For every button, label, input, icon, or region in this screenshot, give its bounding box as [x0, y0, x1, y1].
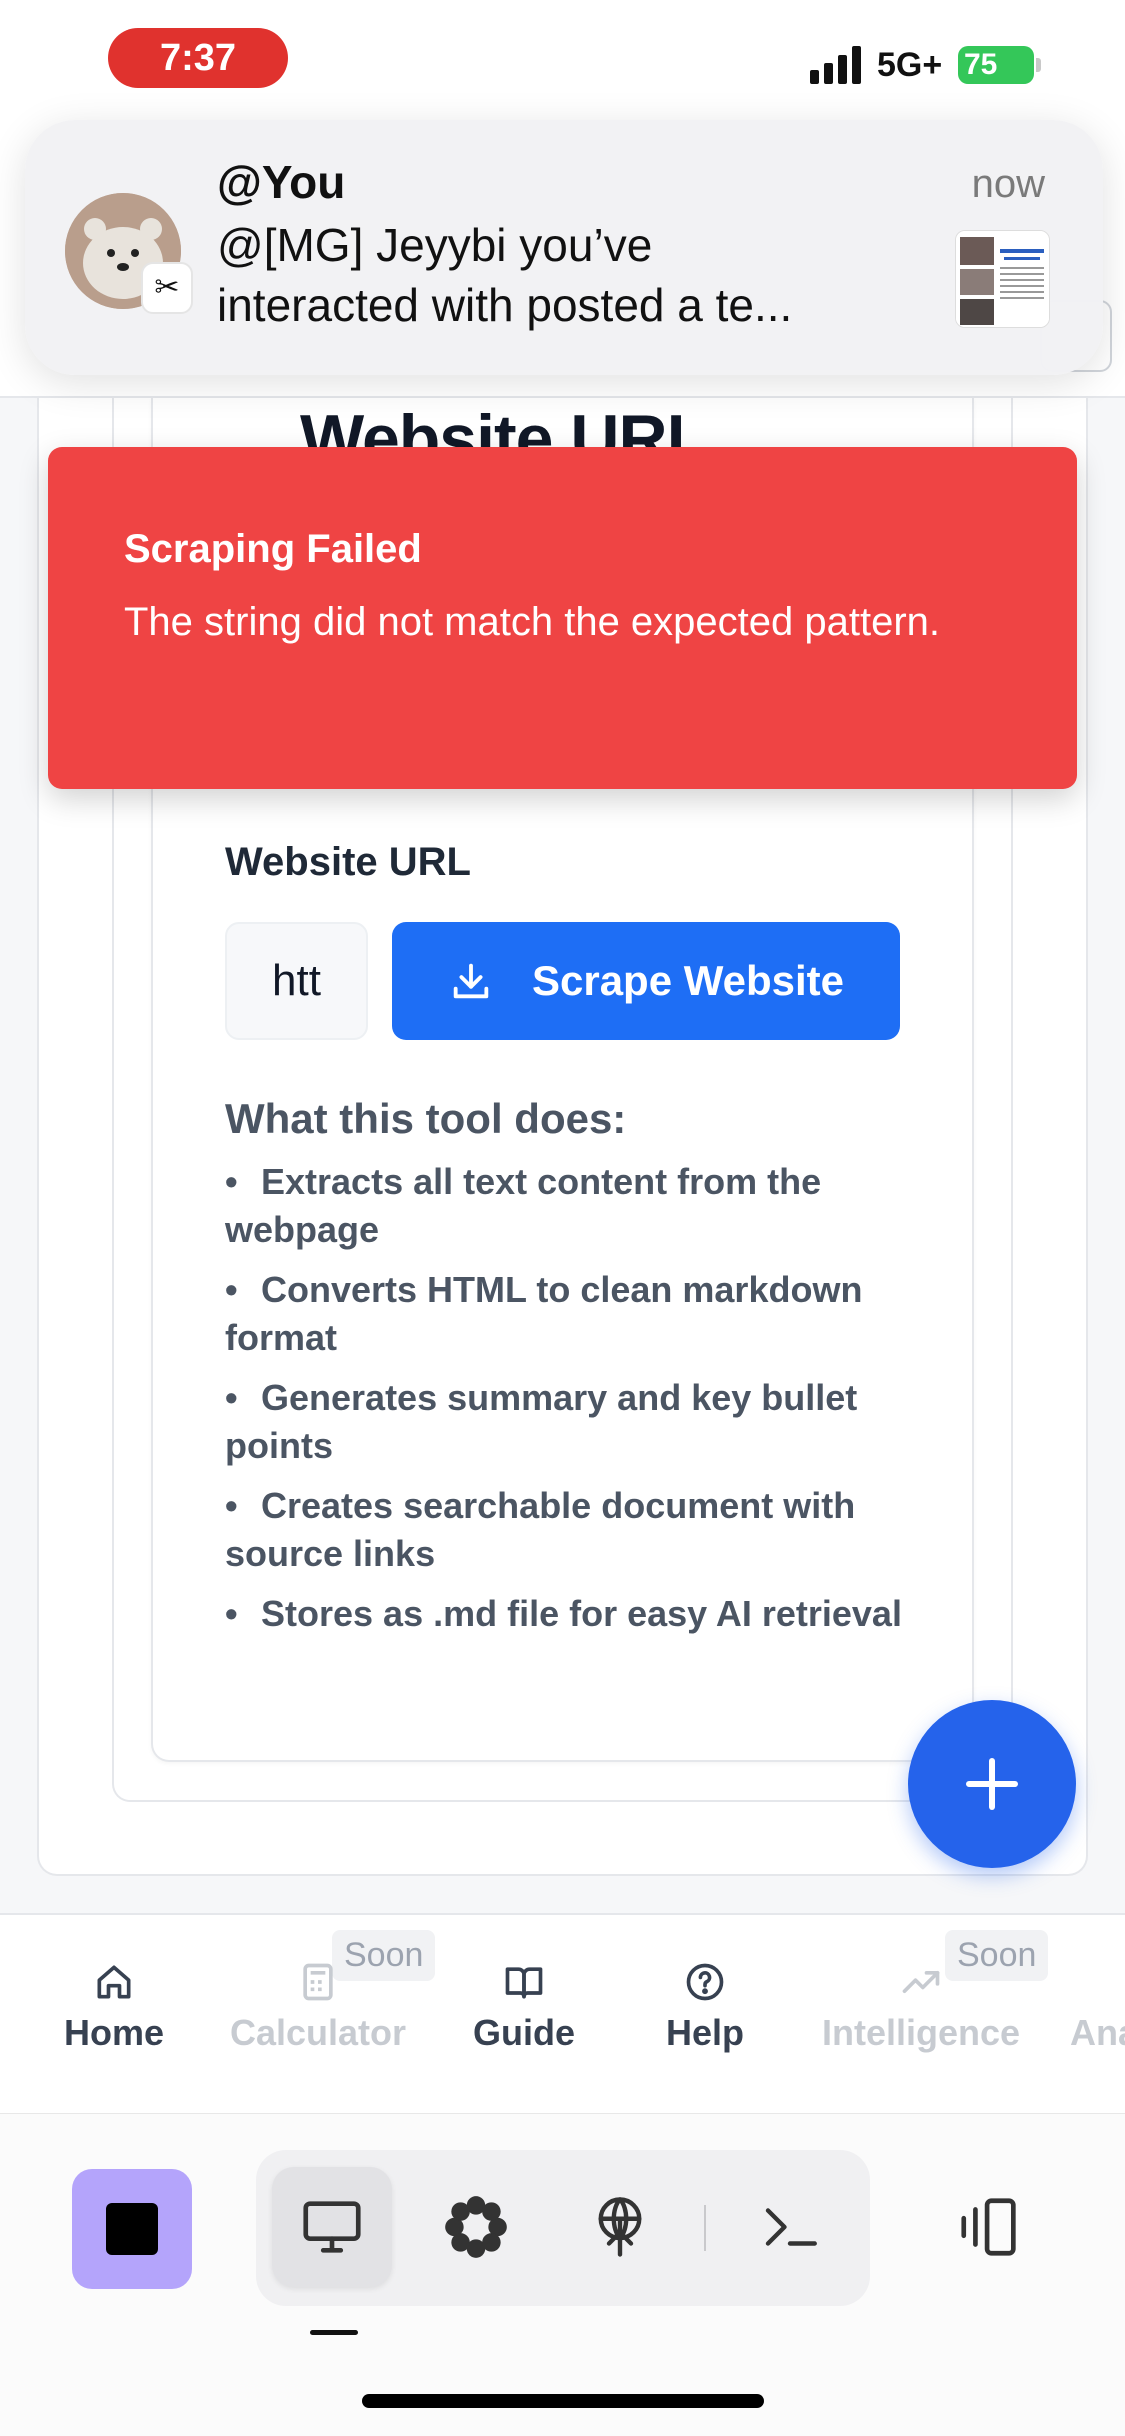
battery-tip — [1036, 58, 1041, 72]
toast-title: Scraping Failed — [124, 527, 422, 571]
monitor-icon — [303, 2201, 361, 2253]
scrape-button-label: Scrape Website — [531, 957, 845, 1004]
toast-message: The string did not match the expected pa… — [124, 600, 941, 644]
nav-item-intelligence[interactable]: Intelligence — [816, 1960, 1026, 2054]
nav-label: Guide — [472, 2012, 575, 2053]
terminal-icon — [765, 2208, 817, 2246]
help-circle-icon — [686, 1963, 724, 2001]
status-time: 7:37 — [108, 28, 288, 88]
list-item: • Creates searchable document with source… — [225, 1482, 905, 1578]
bullet-icon: • — [225, 1485, 238, 1526]
list-item: • Extracts all text content from the webp… — [225, 1158, 905, 1254]
bottom-nav: Home Soon Calculator Guide Help Soon Int… — [0, 1913, 1125, 2113]
nav-label: Intelligence — [821, 2012, 1021, 2053]
nav-label: Calculator — [229, 2012, 407, 2053]
error-toast[interactable]: Scraping Failed The string did not match… — [48, 447, 1077, 789]
tool-description-title: What this tool does: — [225, 1095, 627, 1142]
nav-item-guide[interactable]: Guide — [470, 1960, 578, 2054]
stop-icon — [106, 2203, 158, 2255]
home-indicator[interactable] — [362, 2394, 764, 2408]
book-icon — [505, 1967, 543, 1999]
notification-thumbnail — [955, 230, 1050, 328]
side-panel-icon — [961, 2198, 1016, 2256]
nav-label: Ana — [1070, 2012, 1125, 2053]
side-panel-button[interactable] — [930, 2167, 1050, 2287]
network-globe-icon — [598, 2197, 642, 2257]
notification-body: @[MG] Jeyybi you’ve interacted with post… — [217, 219, 793, 331]
terminal-button[interactable] — [730, 2167, 850, 2287]
url-input[interactable] — [225, 922, 368, 1040]
bullet-icon: • — [225, 1593, 238, 1634]
toolbar-divider — [704, 2205, 706, 2251]
battery-level: 75 — [964, 48, 998, 81]
network-type: 5G+ — [877, 46, 943, 84]
desktop-view-button[interactable] — [272, 2167, 392, 2287]
url-label: Website URL — [225, 840, 471, 884]
add-fab-button[interactable] — [908, 1700, 1076, 1868]
download-icon — [453, 963, 489, 999]
home-icon — [97, 1965, 131, 1999]
trend-up-icon — [902, 1971, 940, 1993]
list-item: • Stores as .md file for easy AI retrieva… — [225, 1590, 905, 1638]
push-notification[interactable]: ✂ @You now @[MG] Jeyybi you’ve interacte… — [25, 120, 1103, 375]
nav-item-help[interactable]: Help — [660, 1960, 750, 2054]
flower-app-button[interactable] — [416, 2167, 536, 2287]
bullet-icon: • — [225, 1161, 238, 1202]
notification-time: now — [971, 162, 1045, 206]
battery-icon: 75 — [958, 46, 1034, 84]
nav-label: Help — [665, 2012, 744, 2053]
flower-icon — [445, 2196, 507, 2258]
list-item: • Converts HTML to clean markdown format — [225, 1266, 905, 1362]
features-list: • Extracts all text content from the webp… — [225, 1158, 905, 1650]
bullet-icon: • — [225, 1269, 238, 1310]
nav-item-home[interactable]: Home — [62, 1960, 166, 2054]
calculator-icon — [303, 1963, 333, 2001]
capcut-icon: ✂ — [141, 262, 193, 314]
stop-button[interactable] — [72, 2169, 192, 2289]
scrape-website-button[interactable]: Scrape Website — [392, 922, 900, 1040]
cellular-signal-icon — [810, 46, 861, 84]
nav-item-analytics[interactable]: Ana — [1070, 1960, 1125, 2054]
list-item: • Generates summary and key bullet points — [225, 1374, 905, 1470]
active-tab-indicator — [310, 2330, 358, 2335]
bullet-icon: • — [225, 1377, 238, 1418]
nav-item-calculator[interactable]: Calculator — [228, 1960, 408, 2054]
network-tree-button[interactable] — [560, 2167, 680, 2287]
status-bar: 7:37 5G+ 75 — [0, 0, 1125, 120]
notification-sender: @You — [217, 156, 346, 208]
nav-label: Home — [63, 2012, 165, 2053]
